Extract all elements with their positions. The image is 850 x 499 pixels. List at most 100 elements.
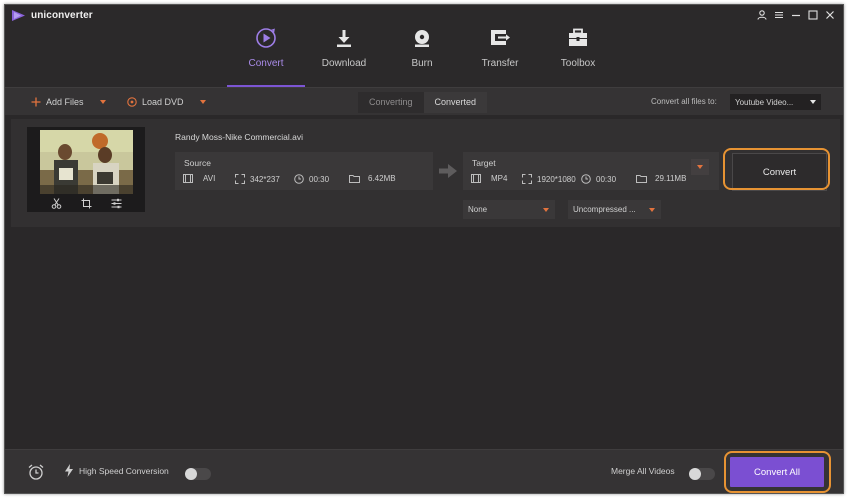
add-files-label: Add Files bbox=[46, 97, 84, 107]
source-format-value: AVI bbox=[203, 174, 216, 183]
high-speed-conversion: High Speed Conversion bbox=[65, 464, 169, 477]
load-dvd-button[interactable]: Load DVD bbox=[127, 88, 206, 116]
thumbnail-image bbox=[40, 130, 133, 194]
file-name: Randy Moss-Nike Commercial.avi bbox=[175, 132, 304, 142]
chevron-down-icon bbox=[649, 207, 655, 212]
high-speed-label: High Speed Conversion bbox=[79, 465, 169, 476]
source-format: AVI bbox=[183, 174, 215, 183]
nav-transfer-label: Transfer bbox=[481, 58, 519, 69]
folder-icon bbox=[349, 175, 360, 183]
trim-scissors-icon[interactable] bbox=[50, 197, 62, 209]
folder-icon bbox=[636, 175, 647, 183]
source-panel: Source AVI 342*237 00:30 6.42MB bbox=[175, 152, 433, 190]
plus-icon bbox=[31, 97, 41, 107]
target-header: Target bbox=[472, 158, 496, 168]
source-resolution: 342*237 bbox=[235, 174, 280, 184]
maximize-icon[interactable] bbox=[806, 8, 820, 22]
alarm-clock-icon[interactable] bbox=[27, 463, 45, 481]
convert-icon bbox=[254, 26, 278, 50]
arrow-right-icon bbox=[439, 164, 457, 178]
nav-download[interactable]: Download bbox=[305, 23, 383, 87]
convert-button[interactable]: Convert bbox=[732, 153, 827, 191]
subtitle-select-value: None bbox=[468, 205, 488, 214]
menu-icon[interactable] bbox=[772, 8, 786, 22]
clock-icon bbox=[294, 174, 304, 184]
clock-icon bbox=[581, 174, 591, 184]
minimize-icon[interactable] bbox=[789, 8, 803, 22]
nav-toolbox[interactable]: Toolbox bbox=[539, 23, 617, 87]
merge-videos-toggle[interactable] bbox=[689, 468, 715, 480]
app-logo-icon bbox=[12, 10, 25, 21]
target-size-value: 29.11MB bbox=[655, 174, 687, 183]
lightning-icon bbox=[65, 464, 73, 477]
nav-transfer[interactable]: Transfer bbox=[461, 23, 539, 87]
nav-convert-label: Convert bbox=[248, 58, 284, 69]
chevron-down-icon bbox=[543, 207, 549, 212]
app-window: uniconverter Convert Download Burn Trans… bbox=[4, 4, 844, 494]
target-format-dropdown[interactable] bbox=[691, 159, 709, 175]
target-format-value: MP4 bbox=[491, 174, 508, 183]
source-duration: 00:30 bbox=[294, 174, 329, 184]
audio-select[interactable]: Uncompressed ... bbox=[568, 200, 661, 219]
brand: uniconverter bbox=[12, 10, 93, 21]
transfer-icon bbox=[488, 26, 512, 50]
source-duration-value: 00:30 bbox=[309, 174, 330, 184]
source-size: 6.42MB bbox=[349, 174, 396, 183]
source-resolution-value: 342*237 bbox=[250, 174, 280, 184]
burn-disc-icon bbox=[410, 26, 434, 50]
nav-burn[interactable]: Burn bbox=[383, 23, 461, 87]
dvd-icon bbox=[127, 97, 137, 107]
window-controls bbox=[755, 8, 837, 22]
file-list-empty-area bbox=[5, 227, 843, 449]
toolbox-icon bbox=[566, 26, 590, 50]
main-nav: Convert Download Burn Transfer Toolbox bbox=[227, 23, 617, 87]
film-icon bbox=[471, 174, 481, 183]
target-format: MP4 bbox=[471, 174, 507, 183]
toggle-knob bbox=[185, 468, 197, 480]
close-icon[interactable] bbox=[823, 8, 837, 22]
resolution-icon bbox=[522, 174, 532, 184]
nav-toolbox-label: Toolbox bbox=[560, 58, 596, 69]
download-icon bbox=[332, 26, 356, 50]
thumbnail-tools bbox=[27, 194, 145, 212]
tab-converted[interactable]: Converted bbox=[423, 92, 488, 113]
toggle-knob bbox=[689, 468, 701, 480]
tab-converting[interactable]: Converting bbox=[358, 92, 424, 113]
target-resolution-value: 1920*1080 bbox=[537, 174, 576, 184]
nav-convert[interactable]: Convert bbox=[227, 23, 305, 87]
file-item: Randy Moss-Nike Commercial.avi Source AV… bbox=[11, 119, 840, 227]
convert-all-format-select[interactable]: Youtube Video... bbox=[730, 94, 821, 110]
video-thumbnail[interactable] bbox=[27, 127, 145, 212]
audio-select-value: Uncompressed ... bbox=[573, 205, 636, 214]
toolbar: Add Files Load DVD Converting Converted … bbox=[5, 87, 843, 115]
high-speed-toggle[interactable] bbox=[185, 468, 211, 480]
user-icon[interactable] bbox=[755, 8, 769, 22]
add-files-button[interactable]: Add Files bbox=[31, 88, 106, 116]
subtitle-select[interactable]: None bbox=[463, 200, 555, 219]
target-duration-value: 00:30 bbox=[596, 174, 617, 184]
nav-burn-label: Burn bbox=[411, 58, 433, 69]
source-header: Source bbox=[184, 158, 211, 168]
chevron-down-icon bbox=[810, 100, 816, 104]
footer-bar: High Speed Conversion Merge All Videos C… bbox=[5, 449, 843, 493]
convert-all-to-label: Convert all files to: bbox=[651, 97, 717, 106]
target-duration: 00:30 bbox=[581, 174, 616, 184]
chevron-down-icon bbox=[697, 165, 703, 169]
target-resolution: 1920*1080 bbox=[522, 174, 576, 184]
film-icon bbox=[183, 174, 193, 183]
merge-videos-label: Merge All Videos bbox=[611, 466, 675, 476]
target-panel[interactable]: Target MP4 1920*1080 00:30 29.11MB bbox=[463, 152, 719, 190]
source-size-value: 6.42MB bbox=[368, 174, 396, 183]
resolution-icon bbox=[235, 174, 245, 184]
app-title: uniconverter bbox=[31, 10, 93, 21]
target-size: 29.11MB bbox=[636, 174, 686, 183]
convert-all-button[interactable]: Convert All bbox=[730, 457, 824, 487]
title-bar: uniconverter Convert Download Burn Trans… bbox=[5, 5, 843, 87]
status-tabs: Converting Converted bbox=[358, 92, 488, 113]
nav-download-label: Download bbox=[321, 58, 367, 69]
load-dvd-label: Load DVD bbox=[142, 97, 184, 107]
effects-sliders-icon[interactable] bbox=[110, 197, 122, 209]
crop-icon[interactable] bbox=[80, 197, 92, 209]
add-files-dropdown-icon[interactable] bbox=[99, 100, 106, 104]
load-dvd-dropdown-icon[interactable] bbox=[199, 100, 206, 104]
